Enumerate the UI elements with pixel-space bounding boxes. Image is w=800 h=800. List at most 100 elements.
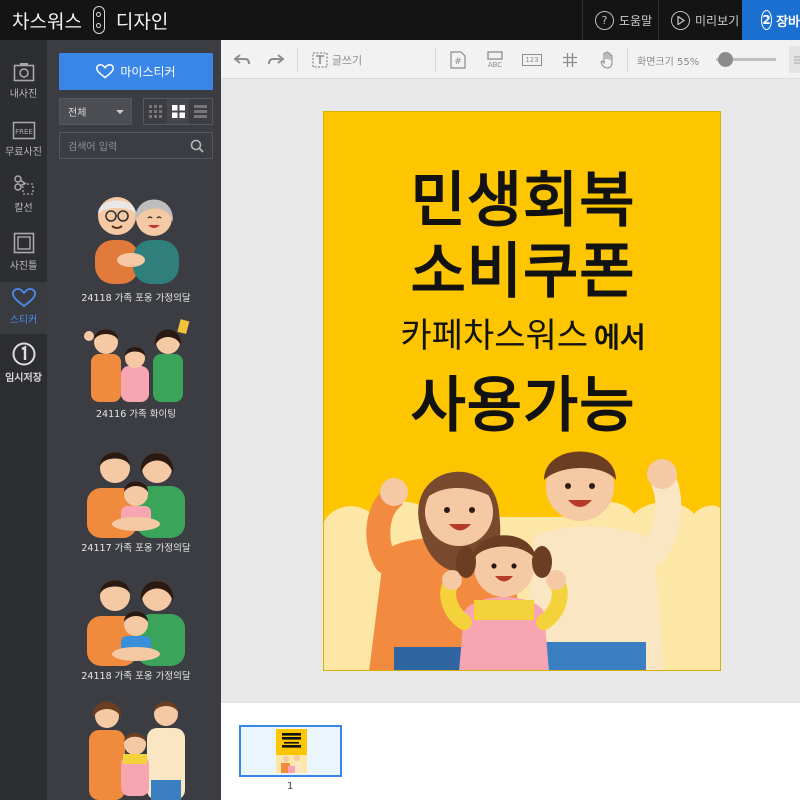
sticker-item[interactable]: 24118 가족 포옹 가정의달	[59, 566, 213, 682]
hashtag-box-icon: #	[450, 50, 466, 69]
rail-label: 임시저장	[5, 373, 42, 384]
grid-icon	[563, 52, 577, 67]
rail-item-photo-frame[interactable]: 사진틀	[0, 232, 47, 278]
poster-subtitle-suffix: 에서	[594, 321, 646, 354]
view-list-button[interactable]	[189, 99, 212, 124]
rail-label: 내사진	[9, 89, 38, 100]
grandparents-hug-illustration	[95, 197, 179, 284]
page-thumbnail[interactable]	[239, 725, 342, 777]
brand-logo[interactable]: 차스워스 디자인	[12, 6, 168, 34]
page-number: 1	[287, 781, 294, 792]
undo-icon	[234, 53, 250, 64]
left-icon-rail: 내사진 FREE 무료사진 칼선 사진틀 스티커 임시저장	[0, 40, 47, 800]
sticker-caption: 24118 가족 포옹 가정의달	[81, 671, 191, 682]
help-label: 도움말	[619, 13, 653, 28]
text-tool-button[interactable]: 글쓰기	[307, 40, 367, 79]
category-select[interactable]: 전체	[59, 98, 132, 125]
editor-toolbar: 글쓰기 # ABC 123 화면크기 55%	[221, 40, 800, 79]
rail-item-temp-save[interactable]: 임시저장	[0, 342, 47, 388]
view-large-grid-button[interactable]	[166, 99, 190, 124]
toolbar-divider	[435, 48, 436, 72]
chevron-down-icon	[116, 110, 124, 114]
sticker-caption: 24117 가족 포옹 가정의달	[81, 543, 191, 554]
scissors-icon	[13, 175, 34, 195]
number-one-icon	[12, 342, 35, 366]
poster-subtitle-place: 카페차스워스	[400, 316, 589, 356]
my-sticker-label: 마이스티커	[120, 65, 176, 79]
rail-item-sticker[interactable]: 스티커	[0, 282, 47, 334]
brand-name-right: 디자인	[115, 10, 169, 33]
zoom-value: 55%	[677, 57, 700, 68]
grid-tool-button[interactable]	[555, 40, 585, 79]
rail-label: 사진틀	[9, 261, 38, 272]
step2-label: 장바	[776, 14, 800, 30]
zoom-slider-handle[interactable]	[718, 52, 733, 67]
page-strip: 1	[221, 702, 800, 800]
frame-icon	[13, 232, 34, 254]
view-small-grid-button[interactable]	[144, 99, 167, 124]
undo-button[interactable]	[227, 40, 257, 79]
svg-text:FREE: FREE	[15, 128, 33, 136]
search-placeholder: 검색어 입력	[68, 142, 118, 153]
text-box-icon	[312, 51, 328, 68]
number-box-icon: 123	[522, 53, 542, 66]
svg-text:#: #	[454, 57, 462, 67]
sticker-item[interactable]: 24117 가족 포옹 가정의달	[59, 438, 213, 554]
hand-icon	[600, 50, 613, 69]
page-thumbnail-art	[276, 733, 307, 773]
sticker-item[interactable]: 24116 가족 화이팅	[59, 314, 213, 420]
rail-item-cut-line[interactable]: 칼선	[0, 174, 47, 220]
search-icon[interactable]	[190, 139, 204, 153]
free-photo-icon: FREE	[12, 121, 35, 140]
zoom-label: 화면크기	[637, 57, 674, 68]
heart-icon	[11, 288, 36, 308]
sticker-search-input[interactable]: 검색어 입력	[59, 132, 213, 159]
preview-label: 미리보기	[695, 13, 740, 28]
sticker-item[interactable]	[59, 690, 213, 800]
rail-item-my-photos[interactable]: 내사진	[0, 62, 47, 108]
step-number-icon: 2	[761, 10, 773, 30]
my-sticker-button[interactable]: 마이스티커	[59, 53, 213, 90]
question-icon: ?	[595, 10, 614, 30]
monitor-icon	[487, 50, 503, 60]
design-canvas-area: 민생회복 소비쿠폰 카페차스워스 에서 사용가능	[221, 79, 800, 702]
poster-canvas[interactable]: 민생회복 소비쿠폰 카페차스워스 에서 사용가능	[323, 111, 721, 671]
family-hug-illustration	[87, 580, 185, 666]
family-cheer-illustration	[89, 701, 185, 800]
logo-mark-icon	[92, 6, 105, 34]
list-icon	[194, 105, 208, 118]
redo-button[interactable]	[261, 40, 291, 79]
rail-item-free-photos[interactable]: FREE 무료사진	[0, 120, 47, 166]
top-bar: 차스워스 디자인 ? 도움말 미리보기 2 장바	[0, 0, 800, 40]
heart-outline-icon	[96, 64, 115, 79]
hand-tool-button[interactable]	[593, 40, 623, 79]
large-grid-icon	[171, 105, 185, 118]
menu-icon	[794, 56, 800, 64]
rail-label: 스티커	[9, 315, 38, 326]
toolbar-divider	[627, 48, 628, 72]
step2-cart-button[interactable]: 2 장바	[742, 0, 800, 40]
preview-button[interactable]: 미리보기	[658, 0, 742, 40]
zoom-readout: 화면크기 55%	[637, 53, 699, 68]
poster-title-line4[interactable]: 사용가능	[324, 357, 720, 444]
number-tool-button[interactable]: 123	[517, 40, 547, 79]
abc-label: ABC	[487, 60, 503, 69]
toolbar-collapse-button[interactable]	[789, 46, 800, 73]
family-cheer-sticker[interactable]	[324, 442, 721, 671]
small-grid-icon	[148, 105, 162, 118]
poster-subtitle[interactable]: 카페차스워스 에서	[324, 308, 720, 357]
poster-title-line2[interactable]: 소비쿠폰	[324, 223, 720, 310]
redo-icon	[268, 53, 284, 64]
abc-tool-button[interactable]: ABC	[479, 40, 511, 79]
sticker-item[interactable]: 24118 가족 포옹 가정의달	[59, 178, 213, 304]
category-select-value: 전체	[68, 108, 87, 119]
view-mode-toggle	[143, 98, 213, 125]
family-cheer-illustration	[84, 319, 190, 402]
rail-label: 무료사진	[5, 147, 42, 158]
toolbar-divider	[297, 48, 298, 72]
help-button[interactable]: ? 도움말	[582, 0, 658, 40]
hash-tool-button[interactable]: #	[443, 40, 473, 79]
sticker-caption: 24116 가족 화이팅	[96, 409, 176, 420]
play-icon	[671, 10, 690, 30]
brand-name-left: 차스워스	[12, 10, 82, 33]
